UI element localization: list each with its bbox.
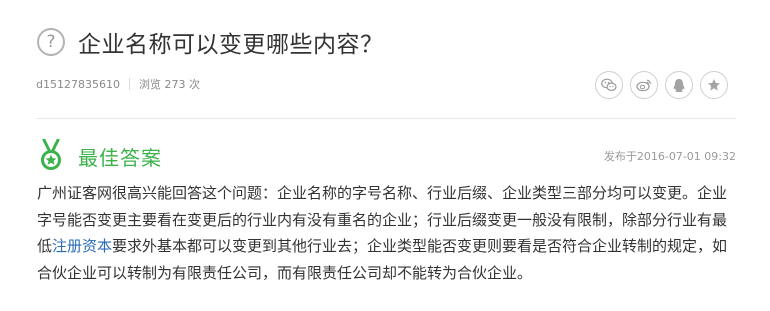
meta-divider bbox=[128, 78, 130, 90]
view-count: 浏览 273 次 bbox=[138, 78, 200, 91]
weibo-icon bbox=[636, 79, 651, 92]
medal-icon bbox=[41, 139, 61, 170]
question-circle-icon: ? bbox=[37, 28, 65, 56]
share-favorite-button[interactable] bbox=[700, 71, 728, 99]
share-bar bbox=[595, 71, 728, 99]
section-divider bbox=[36, 118, 736, 119]
publish-date: 发布于2016-07-01 09:32 bbox=[603, 150, 736, 163]
favorite-star-icon bbox=[708, 79, 720, 91]
share-qq-button[interactable] bbox=[665, 71, 693, 99]
best-answer-header: 最佳答案 发布于2016-07-01 09:32 bbox=[36, 138, 736, 174]
qq-icon bbox=[673, 78, 685, 92]
wechat-icon bbox=[601, 78, 617, 92]
answer-body: 广州证客网很高兴能回答这个问题：企业名称的字号名称、行业后缀、企业类型三部分均可… bbox=[37, 180, 737, 286]
share-wechat-button[interactable] bbox=[595, 71, 623, 99]
registered-capital-link[interactable]: 注册资本 bbox=[52, 237, 112, 255]
answer-text-part2: 要求外基本都可以变更到其他行业去；企业类型能否变更则要看是否符合企业转制的规定，… bbox=[37, 237, 728, 282]
asker-username[interactable]: d15127835610 bbox=[36, 78, 120, 91]
question-header: ? 企业名称可以变更哪些内容？ bbox=[37, 24, 384, 60]
best-answer-label: 最佳答案 bbox=[78, 145, 162, 170]
question-title: 企业名称可以变更哪些内容？ bbox=[78, 32, 384, 58]
share-weibo-button[interactable] bbox=[630, 71, 658, 99]
question-meta: d15127835610 浏览 273 次 bbox=[36, 76, 200, 92]
